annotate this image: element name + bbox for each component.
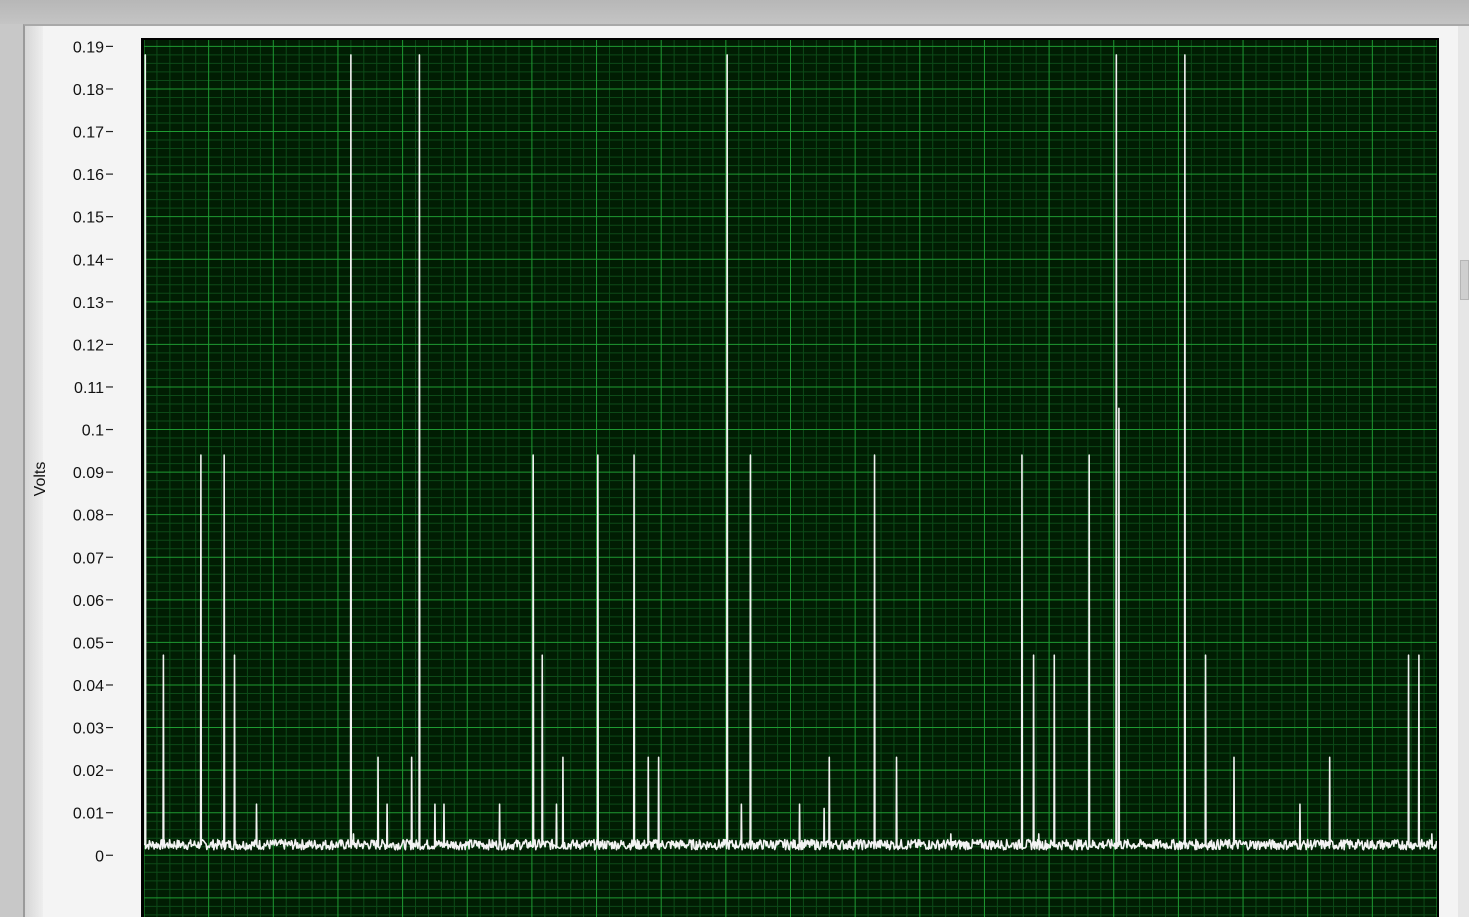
y-tick-label: 0.15 — [73, 210, 104, 227]
major-grid — [144, 40, 1437, 917]
y-tick-label: 0 — [95, 848, 104, 865]
y-tick-label: 0.01 — [73, 806, 104, 823]
y-tick-label: 0.07 — [73, 550, 104, 567]
y-tick-label: 0.17 — [73, 125, 104, 142]
y-tick-label: 0.08 — [73, 508, 104, 525]
y-tick-label: 0.1 — [82, 423, 104, 440]
waveform-chart: 0.19 0.18 0.17 0.16 0.15 0.14 0.13 0.12 0.11 0.1 0… — [73, 39, 1437, 917]
y-tick-label: 0.14 — [73, 252, 104, 269]
y-tick-label: 0.13 — [73, 295, 104, 312]
y-tick-label: 0.11 — [74, 380, 104, 397]
y-tick-label: 0.16 — [73, 167, 104, 184]
y-tick-label: 0.04 — [73, 678, 104, 695]
y-tick-label: 0.03 — [73, 721, 104, 738]
y-tick-label: 0.06 — [73, 593, 104, 610]
y-tick-label: 0.19 — [73, 39, 104, 56]
y-axis: 0.19 0.18 0.17 0.16 0.15 0.14 0.13 0.12 0.11 0.1 0… — [73, 39, 113, 865]
y-tick-label: 0.12 — [73, 337, 104, 354]
y-tick-label: 0.02 — [73, 763, 104, 780]
y-tick-label: 0.09 — [73, 465, 104, 482]
y-tick-label: 0.05 — [73, 635, 104, 652]
y-tick-label: 0.18 — [73, 82, 104, 99]
